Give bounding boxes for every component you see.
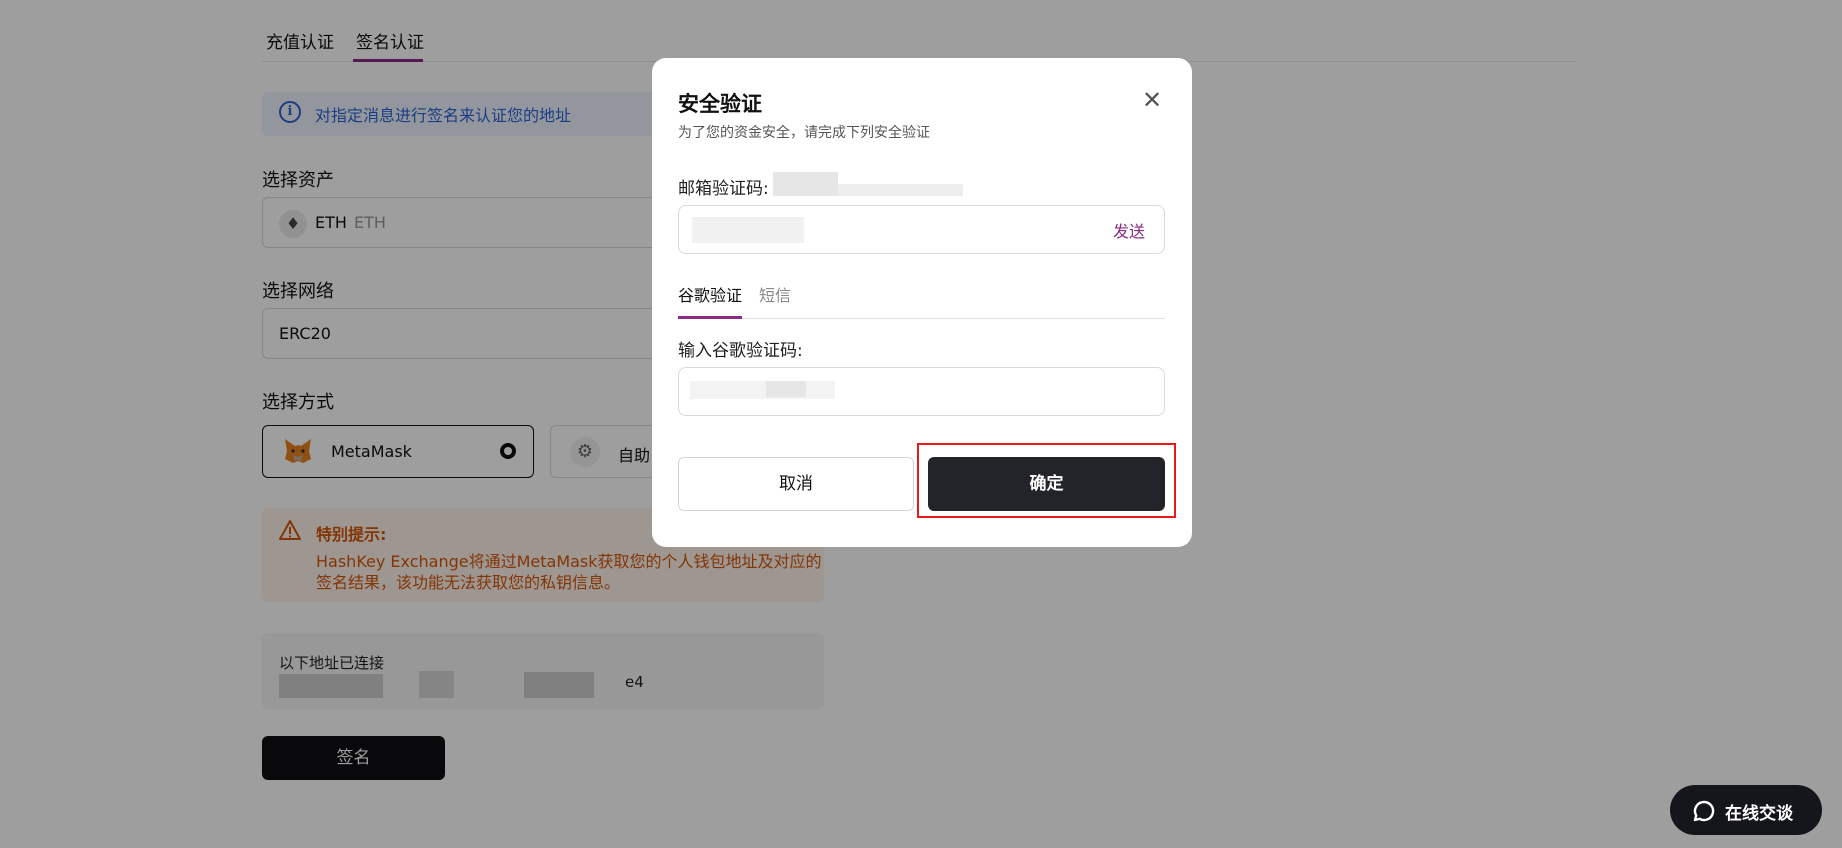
highlight-box <box>917 443 1176 518</box>
google-code-label: 输入谷歌验证码: <box>678 341 803 361</box>
chat-bubble-icon <box>1693 800 1715 822</box>
dialog-tab-active-indicator <box>678 316 742 319</box>
input-redacted <box>692 217 804 243</box>
email-code-label: 邮箱验证码: <box>678 179 769 199</box>
chat-button-label: 在线交谈 <box>1725 804 1793 824</box>
tab-google-auth[interactable]: 谷歌验证 <box>678 282 742 306</box>
tab-label: 短信 <box>759 286 792 305</box>
close-icon[interactable]: ✕ <box>1140 88 1164 112</box>
online-chat-button[interactable]: 在线交谈 <box>1670 785 1822 835</box>
send-code-button[interactable]: 发送 <box>1113 218 1145 242</box>
tab-sms[interactable]: 短信 <box>759 282 791 306</box>
dialog-title: 安全验证 <box>678 92 762 116</box>
input-redacted <box>766 381 806 397</box>
input-redacted <box>690 381 835 399</box>
email-redacted <box>773 172 838 196</box>
dialog-tabs-divider <box>678 318 1165 319</box>
dialog-subtitle: 为了您的资金安全，请完成下列安全验证 <box>678 125 930 141</box>
email-redacted <box>838 184 963 196</box>
tab-label: 谷歌验证 <box>678 286 743 305</box>
cancel-button[interactable]: 取消 <box>678 457 914 511</box>
